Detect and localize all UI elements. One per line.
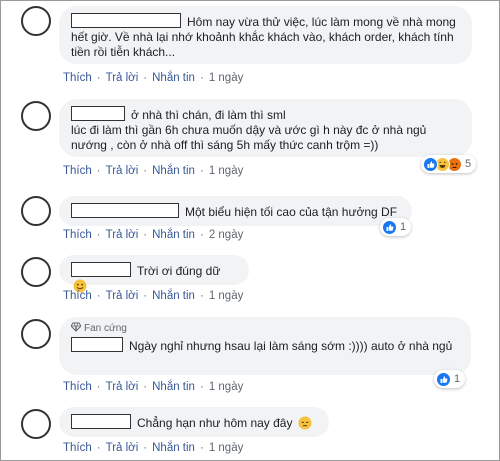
message-link[interactable]: Nhắn tin bbox=[152, 381, 195, 393]
separator: · bbox=[143, 72, 148, 84]
message-link[interactable]: Nhắn tin bbox=[152, 165, 195, 177]
separator: · bbox=[199, 229, 204, 241]
reply-link[interactable]: Trả lời bbox=[106, 165, 139, 177]
diamond-badge-icon bbox=[71, 322, 81, 332]
message-link[interactable]: Nhắn tin bbox=[152, 290, 195, 302]
author-name-redacted[interactable] bbox=[71, 414, 131, 429]
avatar[interactable] bbox=[21, 409, 51, 439]
separator: · bbox=[96, 72, 101, 84]
separator: · bbox=[199, 381, 204, 393]
avatar[interactable] bbox=[21, 101, 51, 131]
comment-actions: Thích · Trả lời · Nhắn tin · 1 ngày bbox=[63, 290, 243, 302]
separator: · bbox=[143, 165, 148, 177]
author-name-redacted[interactable] bbox=[71, 106, 125, 121]
comment-text: Ngày nghỉ nhưng hsau lại làm sáng sớm :)… bbox=[129, 339, 453, 353]
separator: · bbox=[199, 165, 204, 177]
separator: · bbox=[143, 290, 148, 302]
comment-actions: Thích · Trả lời · Nhắn tin · 2 ngày bbox=[63, 229, 243, 241]
like-reaction-icon bbox=[423, 156, 438, 172]
like-link[interactable]: Thích bbox=[63, 72, 92, 84]
timestamp[interactable]: 1 ngày bbox=[209, 72, 244, 84]
like-reaction-icon bbox=[436, 371, 451, 387]
separator: · bbox=[199, 442, 204, 454]
reaction-summary[interactable]: 1 bbox=[434, 370, 466, 388]
comment-text: Chẳng hạn như hôm nay đây bbox=[137, 416, 293, 430]
comment-bubble: Trời ơi đúng dữ bbox=[59, 255, 249, 293]
timestamp[interactable]: 1 ngày bbox=[209, 381, 244, 393]
reaction-count: 5 bbox=[465, 158, 472, 170]
reply-link[interactable]: Trả lời bbox=[106, 290, 139, 302]
reply-link[interactable]: Trả lời bbox=[106, 229, 139, 241]
avatar[interactable] bbox=[21, 257, 51, 287]
separator: · bbox=[143, 229, 148, 241]
message-link[interactable]: Nhắn tin bbox=[152, 442, 195, 454]
like-link[interactable]: Thích bbox=[63, 442, 92, 454]
avatar[interactable] bbox=[21, 196, 51, 226]
message-link[interactable]: Nhắn tin bbox=[152, 229, 195, 241]
comment-actions: Thích · Trả lời · Nhắn tin · 1 ngày bbox=[63, 165, 243, 177]
reaction-summary[interactable]: 1 bbox=[380, 218, 412, 236]
comment-bubble: Chẳng hạn như hôm nay đây bbox=[59, 407, 329, 437]
separator: · bbox=[96, 442, 101, 454]
like-reaction-icon bbox=[382, 219, 397, 235]
like-link[interactable]: Thích bbox=[63, 165, 92, 177]
reaction-count: 1 bbox=[400, 221, 407, 233]
pensive-emoji-icon bbox=[298, 416, 312, 430]
comment-bubble: ở nhà thì chán, đi làm thì sml lúc đi là… bbox=[59, 99, 472, 157]
separator: · bbox=[96, 290, 101, 302]
separator: · bbox=[199, 290, 204, 302]
avatar[interactable] bbox=[21, 6, 51, 36]
comment-bubble: Một biểu hiện tối cao của tận hưởng DF bbox=[59, 196, 412, 226]
author-name-redacted[interactable] bbox=[71, 13, 181, 28]
comment-actions: Thích · Trả lời · Nhắn tin · 1 ngày bbox=[63, 442, 243, 454]
separator: · bbox=[199, 72, 204, 84]
comment-actions: Thích · Trả lời · Nhắn tin · 1 ngày bbox=[63, 72, 243, 84]
author-name-redacted[interactable] bbox=[71, 203, 179, 218]
comment-actions: Thích · Trả lời · Nhắn tin · 1 ngày bbox=[63, 381, 243, 393]
comment-text: Một biểu hiện tối cao của tận hưởng DF bbox=[185, 205, 398, 219]
fan-badge[interactable]: Fan cứng bbox=[71, 322, 459, 335]
separator: · bbox=[96, 381, 101, 393]
author-name-redacted[interactable] bbox=[71, 262, 131, 277]
reaction-summary[interactable]: 5 bbox=[421, 155, 477, 173]
timestamp[interactable]: 1 ngày bbox=[209, 290, 244, 302]
timestamp[interactable]: 1 ngày bbox=[209, 165, 244, 177]
comment-bubble: Hôm nay vừa thử việc, lúc làm mong về nh… bbox=[59, 6, 472, 64]
reply-link[interactable]: Trả lời bbox=[106, 381, 139, 393]
separator: · bbox=[143, 442, 148, 454]
reply-link[interactable]: Trả lời bbox=[106, 442, 139, 454]
like-link[interactable]: Thích bbox=[63, 290, 92, 302]
comment-bubble: Fan cứng Ngày nghỉ nhưng hsau lại làm sá… bbox=[59, 317, 471, 375]
fan-badge-label: Fan cứng bbox=[84, 323, 127, 334]
separator: · bbox=[143, 381, 148, 393]
comment-text: Trời ơi đúng dữ bbox=[137, 264, 221, 278]
reaction-count: 1 bbox=[454, 373, 461, 385]
comment-thread: Hôm nay vừa thử việc, lúc làm mong về nh… bbox=[0, 0, 500, 461]
like-link[interactable]: Thích bbox=[63, 229, 92, 241]
like-link[interactable]: Thích bbox=[63, 381, 92, 393]
message-link[interactable]: Nhắn tin bbox=[152, 72, 195, 84]
author-name-redacted[interactable] bbox=[71, 337, 123, 352]
timestamp[interactable]: 1 ngày bbox=[209, 442, 244, 454]
timestamp[interactable]: 2 ngày bbox=[209, 229, 244, 241]
avatar[interactable] bbox=[21, 319, 51, 349]
separator: · bbox=[96, 229, 101, 241]
reply-link[interactable]: Trả lời bbox=[106, 72, 139, 84]
separator: · bbox=[96, 165, 101, 177]
